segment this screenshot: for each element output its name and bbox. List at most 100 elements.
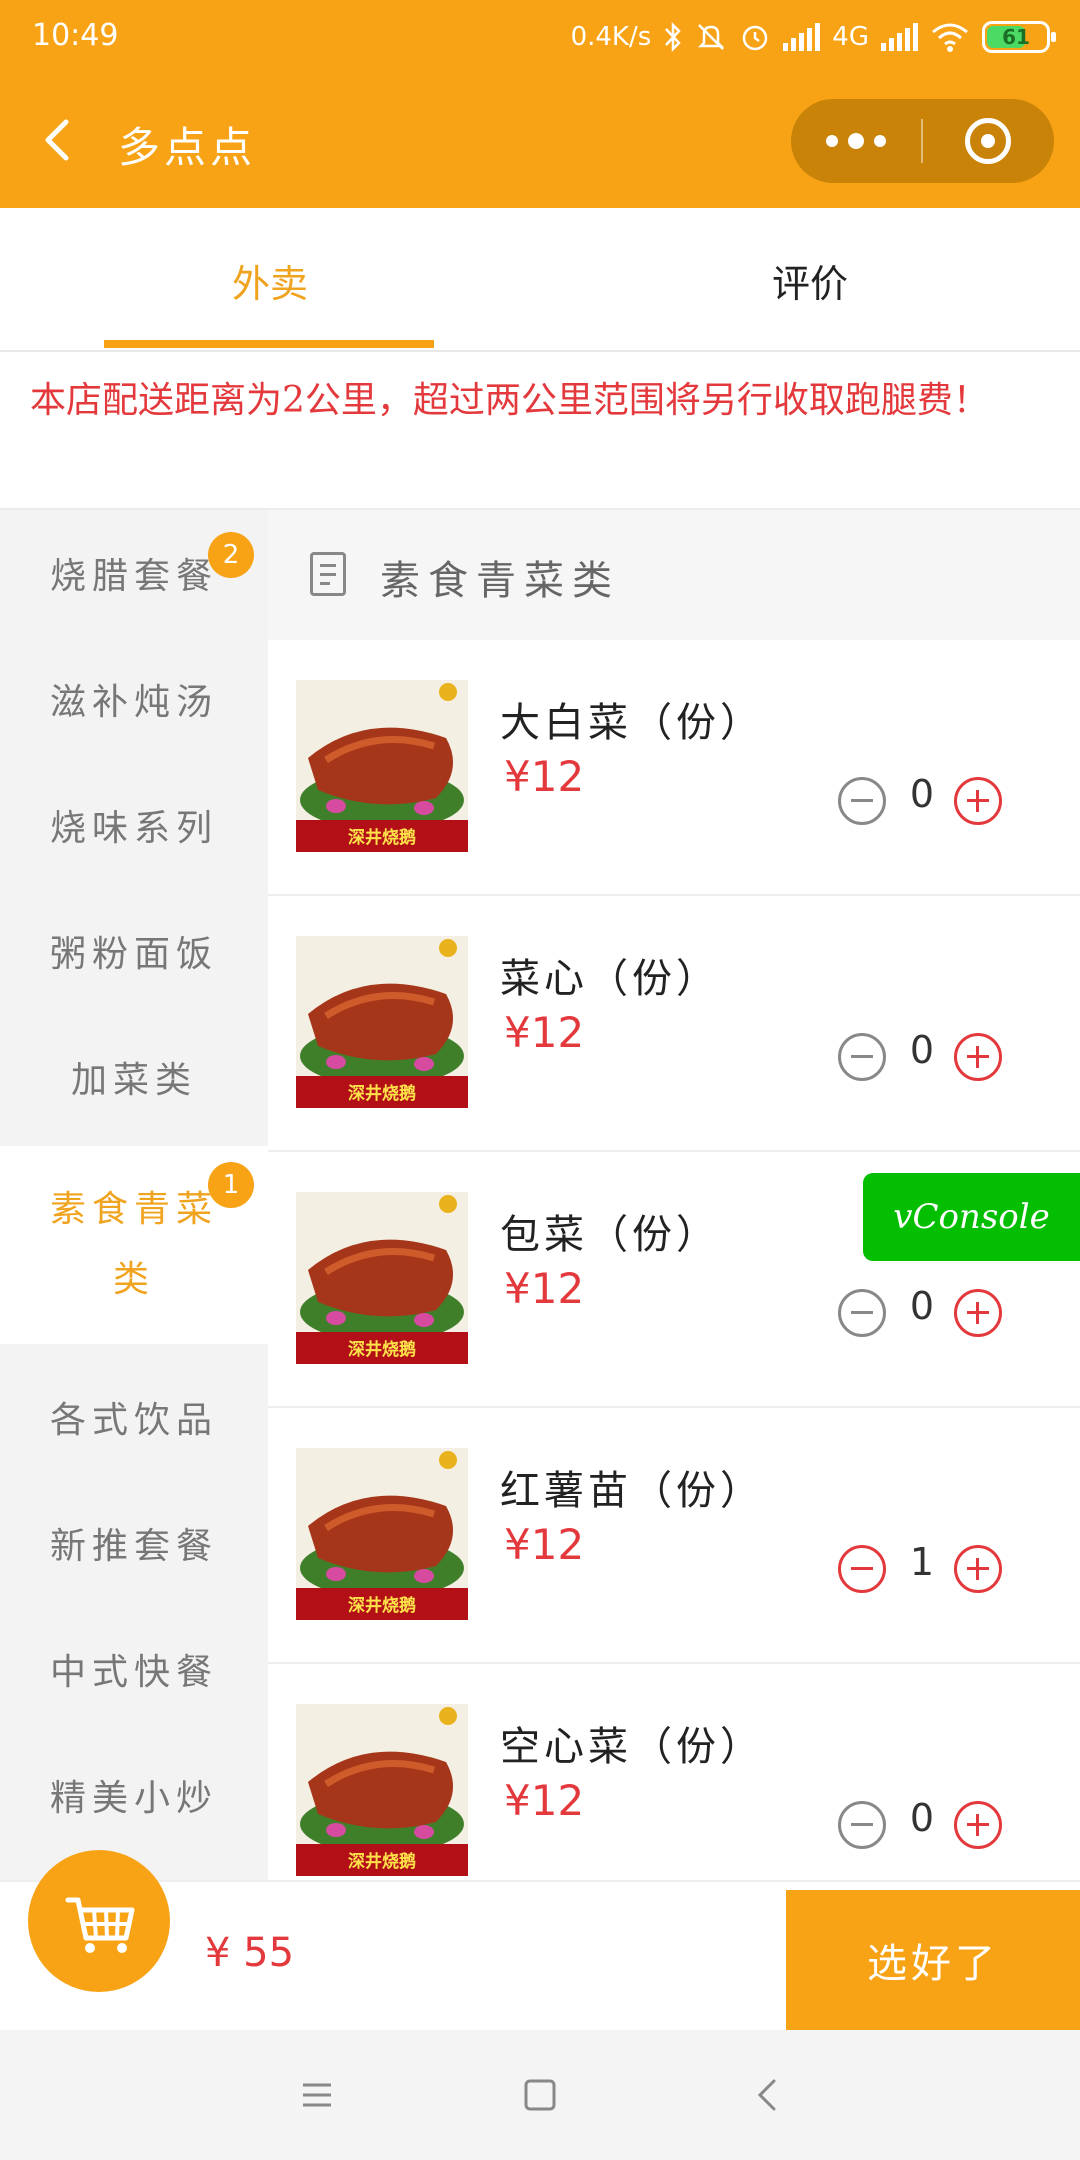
status-icons: 0.4K/s 4G 61	[570, 14, 1056, 60]
tab-takeout[interactable]: 外卖	[0, 208, 540, 352]
sidebar-item-soup[interactable]: 滋补炖汤	[0, 636, 268, 762]
plus-circle-icon[interactable]	[954, 1289, 1002, 1337]
quantity-stepper: 0	[838, 1022, 1048, 1092]
sidebar-item-roast-series[interactable]: 烧味系列	[0, 762, 268, 888]
dish-image: 深井烧鹅	[296, 1192, 468, 1364]
sidebar-item-new-sets[interactable]: 新推套餐	[0, 1480, 268, 1606]
miniprogram-capsule	[791, 99, 1054, 183]
dish-image: 深井烧鹅	[296, 1704, 468, 1876]
sidebar-item-extra-dishes[interactable]: 加菜类	[0, 1014, 268, 1140]
sidebar-item-label: 素食青菜类	[49, 1189, 218, 1300]
dish-name: 包菜（份）	[500, 1212, 720, 1258]
quantity-value: 0	[909, 1796, 935, 1840]
dish-price: ¥12	[504, 1264, 585, 1313]
battery-icon: 61	[982, 21, 1056, 53]
dish-image: 深井烧鹅	[296, 936, 468, 1108]
sidebar-item-rice-noodles[interactable]: 粥粉面饭	[0, 888, 268, 1014]
quantity-stepper: 0	[838, 1278, 1048, 1348]
sidebar-item-label: 中式快餐	[49, 1652, 218, 1693]
confirm-button[interactable]: 选好了	[786, 1890, 1080, 2030]
bluetooth-icon	[665, 21, 682, 53]
signal-icon-2	[881, 23, 918, 51]
cart-total: ¥ 55	[205, 1930, 295, 1976]
document-icon	[310, 552, 346, 596]
signal-icon	[783, 23, 821, 51]
dish-item: 深井烧鹅 菜心（份） ¥12 0	[268, 896, 1080, 1152]
battery-level: 61	[1002, 25, 1030, 49]
thumb-caption: 深井烧鹅	[348, 1851, 416, 1872]
quantity-value: 0	[909, 1284, 935, 1328]
thumb-caption: 深井烧鹅	[348, 1339, 416, 1360]
vconsole-button[interactable]: vConsole	[863, 1173, 1080, 1261]
dish-price: ¥12	[504, 1008, 585, 1057]
quantity-stepper: 0	[838, 766, 1048, 836]
delivery-notice: 本店配送距离为2公里，超过两公里范围将另行收取跑腿费！	[0, 352, 1080, 510]
dish-item: 深井烧鹅 红薯苗（份） ¥12 1	[268, 1408, 1080, 1664]
mute-icon	[698, 24, 725, 50]
sidebar-item-label: 各式饮品	[49, 1400, 218, 1441]
minus-circle-icon[interactable]	[838, 1801, 886, 1849]
sidebar-item-label: 加菜类	[70, 1060, 197, 1101]
sidebar-item-label: 粥粉面饭	[49, 934, 218, 975]
nav-bar: 多点点	[0, 74, 1080, 208]
menu-icon[interactable]	[287, 2065, 347, 2125]
section-header: 素食青菜类	[268, 510, 1080, 640]
thumb-caption: 深井烧鹅	[348, 827, 416, 848]
network-type: 4G	[832, 22, 869, 52]
count-badge: 1	[208, 1162, 254, 1208]
cart-button[interactable]	[28, 1850, 170, 1992]
dish-name: 空心菜（份）	[500, 1724, 764, 1770]
quantity-value: 0	[909, 772, 935, 816]
dish-image: 深井烧鹅	[296, 1448, 468, 1620]
section-title: 素食青菜类	[380, 558, 620, 604]
dish-price: ¥12	[504, 1776, 585, 1825]
tab-bar: 外卖 评价	[0, 208, 1080, 352]
quantity-value: 1	[909, 1540, 935, 1584]
plus-circle-icon[interactable]	[954, 1801, 1002, 1849]
minus-circle-icon[interactable]	[838, 1545, 886, 1593]
sidebar-item-stir-fry[interactable]: 精美小炒	[0, 1732, 268, 1858]
dish-name: 红薯苗（份）	[500, 1468, 764, 1514]
active-tab-indicator	[104, 340, 434, 348]
dish-item: 深井烧鹅 大白菜（份） ¥12 0	[268, 640, 1080, 896]
minus-circle-icon[interactable]	[838, 1289, 886, 1337]
quantity-stepper: 0	[838, 1790, 1048, 1860]
plus-circle-icon[interactable]	[954, 777, 1002, 825]
plus-circle-icon[interactable]	[954, 1033, 1002, 1081]
net-speed: 0.4K/s	[570, 22, 652, 52]
minus-circle-icon[interactable]	[838, 777, 886, 825]
back-arrow-icon[interactable]	[30, 110, 90, 170]
quantity-value: 0	[909, 1028, 935, 1072]
sidebar-item-drinks[interactable]: 各式饮品	[0, 1354, 268, 1480]
thumb-caption: 深井烧鹅	[348, 1595, 416, 1616]
dish-price: ¥12	[504, 1520, 585, 1569]
dish-name: 大白菜（份）	[500, 700, 764, 746]
status-time: 10:49	[32, 18, 119, 53]
more-dots-icon[interactable]	[791, 99, 921, 183]
dish-image: 深井烧鹅	[296, 680, 468, 852]
status-bar: 10:49 0.4K/s 4G 61	[0, 0, 1080, 74]
plus-circle-icon[interactable]	[954, 1545, 1002, 1593]
close-target-icon[interactable]	[923, 99, 1053, 183]
thumb-caption: 深井烧鹅	[348, 1083, 416, 1104]
dish-item: 深井烧鹅 空心菜（份） ¥12 0	[268, 1664, 1080, 1880]
sidebar-item-label: 滋补炖汤	[49, 682, 218, 723]
system-nav-bar	[0, 2030, 1080, 2160]
back-icon[interactable]	[738, 2065, 798, 2125]
sidebar-item-chinese-fast[interactable]: 中式快餐	[0, 1606, 268, 1732]
sidebar-item-label: 烧味系列	[49, 808, 218, 849]
page-title: 多点点	[118, 123, 257, 172]
alarm-icon	[743, 25, 768, 51]
home-square-icon[interactable]	[510, 2065, 570, 2125]
cart-icon	[65, 1897, 135, 1953]
count-badge: 2	[208, 532, 254, 578]
minus-circle-icon[interactable]	[838, 1033, 886, 1081]
sidebar-item-label: 烧腊套餐	[49, 556, 218, 597]
wifi-icon	[932, 23, 968, 52]
dish-name: 菜心（份）	[500, 956, 720, 1002]
tab-review[interactable]: 评价	[540, 208, 1080, 352]
quantity-stepper: 1	[838, 1534, 1048, 1604]
sidebar-item-label: 新推套餐	[49, 1526, 218, 1567]
category-sidebar: 烧腊套餐 2 滋补炖汤 烧味系列 粥粉面饭 加菜类 素食青菜类 1 各式饮品 新…	[0, 510, 268, 1880]
sidebar-item-label: 精美小炒	[49, 1778, 218, 1819]
